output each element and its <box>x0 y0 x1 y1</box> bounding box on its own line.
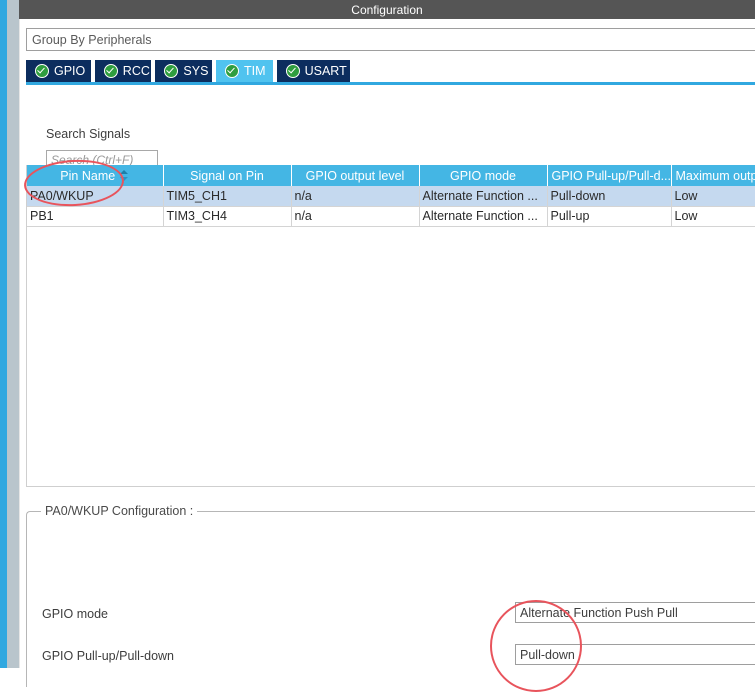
configuration-panel: Group By Peripherals GPIORCCSYSTIMUSART … <box>19 19 755 668</box>
search-signals-label: Search Signals <box>46 127 130 141</box>
left-accent-strip <box>0 0 7 668</box>
table-body: PA0/WKUPTIM5_CH1n/aAlternate Function ..… <box>27 186 755 226</box>
signals-table: Pin Name Signal on Pin GPIO output level GP… <box>27 165 755 227</box>
group-by-value: Group By Peripherals <box>32 33 152 47</box>
group-by-combo[interactable]: Group By Peripherals <box>26 28 755 51</box>
window-title-bar: Configuration <box>19 0 755 19</box>
left-gutter <box>7 0 19 668</box>
tab-label: RCC <box>123 64 150 78</box>
tab-gpio[interactable]: GPIO <box>26 60 93 82</box>
table-cell: PA0/WKUP <box>27 186 163 206</box>
check-circle-icon <box>35 64 49 78</box>
gpio-pull-field[interactable]: Pull-down <box>515 644 755 665</box>
column-header-5[interactable]: Maximum output s <box>671 165 755 186</box>
table-cell: Low <box>671 206 755 226</box>
tab-label: TIM <box>244 64 266 78</box>
column-header-1[interactable]: Signal on Pin <box>163 165 291 186</box>
sort-indicator-icon <box>120 170 129 181</box>
table-cell: n/a <box>291 206 419 226</box>
table-cell: n/a <box>291 186 419 206</box>
tab-usart[interactable]: USART <box>277 60 352 82</box>
check-circle-icon <box>164 64 178 78</box>
groupbox-legend: PA0/WKUP Configuration : <box>41 504 197 518</box>
check-circle-icon <box>286 64 300 78</box>
table-cell: Pull-down <box>547 186 671 206</box>
table-cell: Low <box>671 186 755 206</box>
gpio-pull-value: Pull-down <box>520 648 575 662</box>
table-cell: Alternate Function ... <box>419 186 547 206</box>
signals-table-container: Pin Name Signal on Pin GPIO output level GP… <box>26 165 755 487</box>
column-header-4[interactable]: GPIO Pull-up/Pull-d... <box>547 165 671 186</box>
peripheral-tab-strip: GPIO RCC SYS TIM USART <box>26 60 755 84</box>
column-header-0[interactable]: Pin Name <box>27 165 163 186</box>
column-header-label: GPIO mode <box>450 169 516 183</box>
table-cell: TIM3_CH4 <box>163 206 291 226</box>
column-header-3[interactable]: GPIO mode <box>419 165 547 186</box>
app-root: Configuration Group By Peripherals GPIO R… <box>0 0 755 668</box>
check-circle-icon <box>104 64 118 78</box>
tab-tim[interactable]: TIM <box>216 60 275 82</box>
gpio-mode-label: GPIO mode <box>42 607 108 621</box>
tab-label: USART <box>305 64 347 78</box>
window-title: Configuration <box>351 3 422 17</box>
table-cell: PB1 <box>27 206 163 226</box>
tab-label: GPIO <box>54 64 85 78</box>
table-row[interactable]: PA0/WKUPTIM5_CH1n/aAlternate Function ..… <box>27 186 755 206</box>
table-cell: Alternate Function ... <box>419 206 547 226</box>
table-row[interactable]: PB1TIM3_CH4n/aAlternate Function ...Pull… <box>27 206 755 226</box>
tab-strip-underline <box>26 82 755 85</box>
gpio-pull-label: GPIO Pull-up/Pull-down <box>42 649 174 663</box>
gpio-mode-value: Alternate Function Push Pull <box>520 606 678 620</box>
tab-rcc[interactable]: RCC <box>95 60 154 82</box>
column-header-label: GPIO output level <box>306 169 405 183</box>
column-header-label: Pin Name <box>60 169 115 183</box>
check-circle-icon <box>225 64 239 78</box>
table-cell: TIM5_CH1 <box>163 186 291 206</box>
tab-sys[interactable]: SYS <box>155 60 214 82</box>
column-header-label: Signal on Pin <box>190 169 264 183</box>
column-header-2[interactable]: GPIO output level <box>291 165 419 186</box>
tab-label: SYS <box>183 64 208 78</box>
column-header-label: Maximum output s <box>676 169 755 183</box>
table-header-row: Pin Name Signal on Pin GPIO output level GP… <box>27 165 755 186</box>
table-cell: Pull-up <box>547 206 671 226</box>
column-header-label: GPIO Pull-up/Pull-d... <box>552 169 672 183</box>
gpio-mode-field[interactable]: Alternate Function Push Pull <box>515 602 755 623</box>
